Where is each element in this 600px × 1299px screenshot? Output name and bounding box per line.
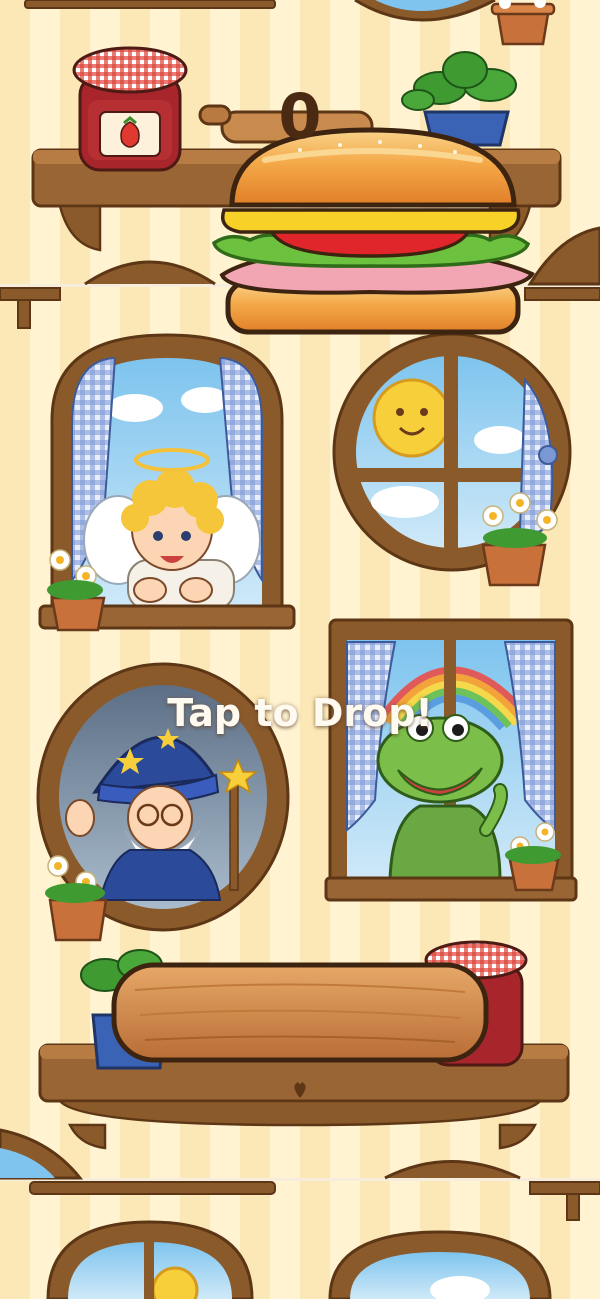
- tap-area[interactable]: [0, 0, 600, 1299]
